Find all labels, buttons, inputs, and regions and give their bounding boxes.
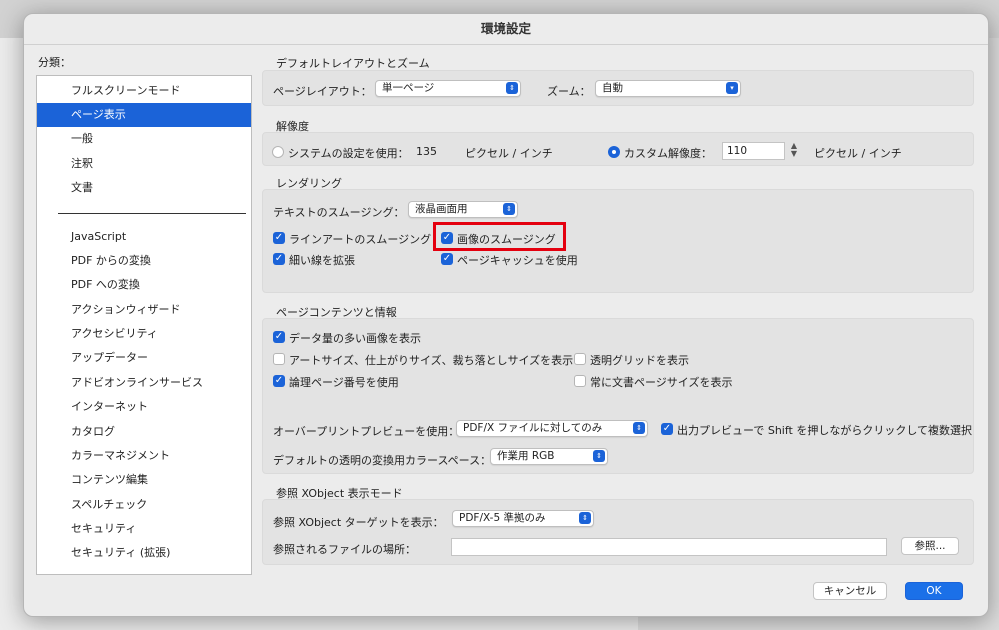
custom-resolution-label: カスタム解像度：: [624, 147, 712, 160]
sidebar-item-color-management[interactable]: カラーマネジメント: [37, 444, 251, 468]
blend-space-select[interactable]: 作業用 RGB ⇕: [490, 448, 608, 465]
large-images-checkbox[interactable]: ✓: [273, 331, 285, 343]
dialog-title: 環境設定: [24, 14, 988, 45]
page-cache-label: ページキャッシュを使用: [457, 254, 578, 267]
blend-space-value: 作業用 RGB: [497, 450, 555, 462]
sidebar-item-action-wizard[interactable]: アクションウィザード: [37, 298, 251, 322]
lineart-smoothing-checkbox[interactable]: ✓: [273, 232, 285, 244]
page-layout-select[interactable]: 単一ページ ⇕: [375, 80, 521, 97]
transparency-grid-label: 透明グリッドを表示: [590, 354, 689, 367]
updown-arrow-icon: ⇕: [579, 512, 591, 524]
transparency-grid-checkbox[interactable]: [574, 353, 586, 365]
doc-page-size-label: 常に文書ページサイズを表示: [590, 376, 733, 389]
lineart-smoothing-label: ラインアートのスムージング: [289, 233, 432, 246]
xobject-target-value: PDF/X-5 準拠のみ: [459, 512, 546, 524]
category-label: 分類：: [38, 56, 71, 69]
zoom-value: 自動: [602, 82, 623, 94]
output-preview-checkbox[interactable]: ✓: [661, 423, 673, 435]
cancel-button[interactable]: キャンセル: [813, 582, 887, 600]
updown-arrow-icon: ⇕: [633, 422, 645, 434]
zoom-select[interactable]: 自動 ▾: [595, 80, 741, 97]
page-cache-checkbox[interactable]: ✓: [441, 253, 453, 265]
large-images-label: データ量の多い画像を表示: [289, 332, 421, 345]
sidebar-item-content-editing[interactable]: コンテンツ編集: [37, 468, 251, 492]
sidebar-item-fullscreen[interactable]: フルスクリーンモード: [37, 79, 251, 103]
custom-resolution-unit: ピクセル / インチ: [814, 147, 902, 160]
sidebar-item-security[interactable]: セキュリティ: [37, 517, 251, 541]
system-resolution-unit: ピクセル / インチ: [465, 147, 553, 160]
file-location-input[interactable]: [451, 538, 887, 556]
page-layout-label: ページレイアウト：: [273, 85, 372, 98]
sidebar-item-internet[interactable]: インターネット: [37, 395, 251, 419]
zoom-label: ズーム：: [547, 85, 591, 98]
xobject-target-select[interactable]: PDF/X-5 準拠のみ ⇕: [452, 510, 594, 527]
red-highlight-box: [433, 222, 566, 251]
updown-arrow-icon: ⇕: [593, 450, 605, 462]
blend-space-label: デフォルトの透明の変換用カラースペース：: [273, 454, 492, 467]
sidebar-item-spelling[interactable]: スペルチェック: [37, 493, 251, 517]
sidebar-item-convert-from-pdf[interactable]: PDF からの変換: [37, 249, 251, 273]
sidebar-item-javascript[interactable]: JavaScript: [37, 225, 251, 249]
sidebar-item-catalog[interactable]: カタログ: [37, 420, 251, 444]
sidebar-item-accessibility[interactable]: アクセシビリティ: [37, 322, 251, 346]
overprint-value: PDF/X ファイルに対してのみ: [463, 422, 603, 434]
system-resolution-label: システムの設定を使用：: [288, 147, 409, 160]
overprint-label: オーバープリントプレビューを使用：: [273, 425, 460, 438]
sidebar-item-updater[interactable]: アップデーター: [37, 346, 251, 370]
overprint-select[interactable]: PDF/X ファイルに対してのみ ⇕: [456, 420, 648, 437]
chevron-down-icon: ▾: [726, 82, 738, 94]
output-preview-label: 出力プレビューで Shift を押しながらクリックして複数選択: [677, 424, 973, 437]
text-smoothing-select[interactable]: 液晶画面用 ⇕: [408, 201, 518, 218]
thin-lines-checkbox[interactable]: ✓: [273, 253, 285, 265]
sidebar-item-convert-to-pdf[interactable]: PDF への変換: [37, 273, 251, 297]
text-smoothing-value: 液晶画面用: [415, 203, 468, 215]
sidebar-item-general[interactable]: 一般: [37, 127, 251, 151]
system-resolution-radio[interactable]: [272, 146, 284, 158]
logical-page-numbers-label: 論理ページ番号を使用: [289, 376, 399, 389]
category-list[interactable]: フルスクリーンモード ページ表示 一般 注釈 文書 JavaScript PDF…: [36, 75, 252, 575]
updown-arrow-icon: ⇕: [506, 82, 518, 94]
preferences-dialog: 環境設定 分類： フルスクリーンモード ページ表示 一般 注釈 文書 JavaS…: [23, 13, 989, 617]
updown-arrow-icon: ⇕: [503, 203, 515, 215]
logical-page-numbers-checkbox[interactable]: ✓: [273, 375, 285, 387]
text-smoothing-label: テキストのスムージング：: [273, 206, 405, 219]
file-location-label: 参照されるファイルの場所：: [273, 543, 416, 556]
resolution-stepper-icon[interactable]: ▲ ▼: [789, 142, 799, 160]
system-resolution-value: 135: [416, 145, 437, 158]
thin-lines-label: 細い線を拡張: [289, 254, 355, 267]
sidebar-divider: [58, 213, 246, 214]
browse-button[interactable]: 参照...: [901, 537, 959, 555]
ok-button[interactable]: OK: [905, 582, 963, 600]
sidebar-item-commenting[interactable]: 注釈: [37, 152, 251, 176]
xobject-target-label: 参照 XObject ターゲットを表示：: [273, 516, 444, 529]
doc-page-size-checkbox[interactable]: [574, 375, 586, 387]
sidebar-item-documents[interactable]: 文書: [37, 176, 251, 200]
art-trim-bleed-label: アートサイズ、仕上がりサイズ、裁ち落としサイズを表示: [289, 354, 574, 367]
custom-resolution-input[interactable]: 110: [722, 142, 785, 160]
sidebar-item-page-display[interactable]: ページ表示: [37, 103, 251, 127]
art-trim-bleed-checkbox[interactable]: [273, 353, 285, 365]
layout-zoom-title: デフォルトレイアウトとズーム: [276, 57, 430, 70]
sidebar-item-security-enhanced[interactable]: セキュリティ (拡張): [37, 541, 251, 565]
page-layout-value: 単一ページ: [382, 82, 435, 94]
custom-resolution-radio[interactable]: [608, 146, 620, 158]
sidebar-item-adobe-online-services[interactable]: アドビオンラインサービス: [37, 371, 251, 395]
